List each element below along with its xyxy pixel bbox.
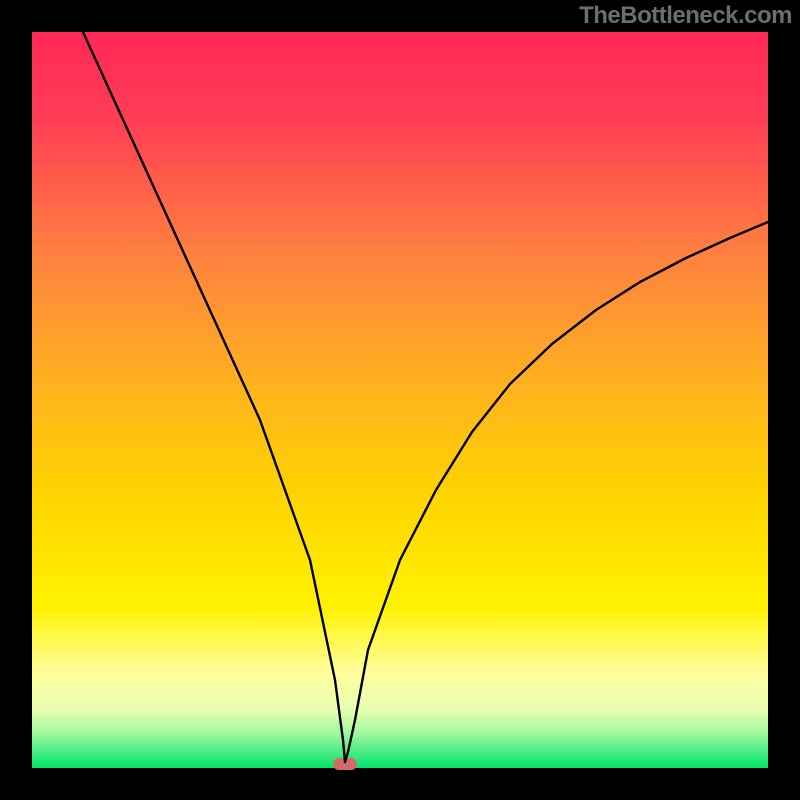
- watermark-text: TheBottleneck.com: [579, 2, 792, 30]
- plot-background: [32, 32, 768, 768]
- chart-svg: [0, 0, 800, 800]
- chart-container: TheBottleneck.com: [0, 0, 800, 800]
